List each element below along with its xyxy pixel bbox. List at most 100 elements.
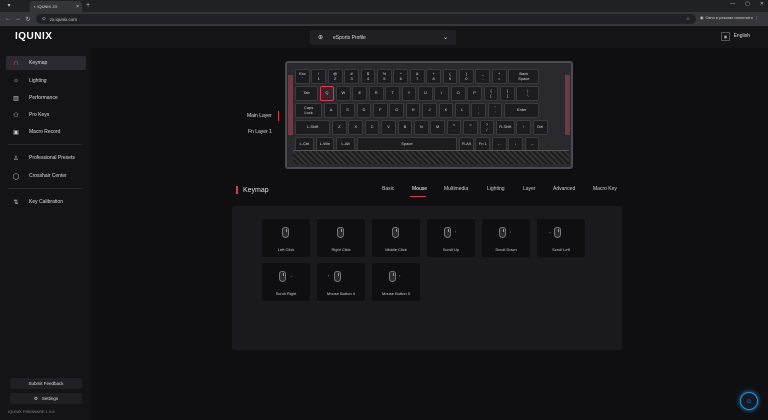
key-x[interactable]: X <box>348 120 364 135</box>
sidebar-item-keymap[interactable]: ⊓ Keymap <box>6 56 86 70</box>
mouse-key-left-click[interactable]: Left Click <box>262 219 310 257</box>
tab-lighting[interactable]: Lighting <box>487 186 505 192</box>
mouse-key-middle-click[interactable]: Middle Click <box>372 219 420 257</box>
mouse-key-mouse-button-4[interactable]: ‹ Mouse Button 4 <box>317 263 365 301</box>
key-caps-lock[interactable]: Caps Lock <box>295 103 323 118</box>
key-3[interactable]: # 3 <box>344 69 359 84</box>
close-tab-icon[interactable]: × <box>76 4 79 10</box>
key-back-space[interactable]: Back Space <box>508 69 540 84</box>
key-0[interactable]: ) 0 <box>459 69 474 84</box>
back-icon[interactable]: ← <box>3 16 13 22</box>
new-tab-icon[interactable]: + <box>86 2 90 9</box>
language-selector[interactable]: English <box>734 33 750 39</box>
layout-toggle-icon[interactable]: ▣ <box>721 32 730 41</box>
mouse-key-mouse-button-5[interactable]: › Mouse Button 5 <box>372 263 420 301</box>
site-info-icon[interactable]: ⊙ <box>42 16 46 22</box>
maximize-icon[interactable]: ▢ <box>745 1 750 7</box>
key-q[interactable]: Q <box>319 86 335 101</box>
key-p[interactable]: P <box>467 86 482 101</box>
key-[interactable]: } ] <box>500 86 515 101</box>
key-w[interactable]: W <box>336 86 351 101</box>
key-z[interactable]: Z <box>331 120 347 135</box>
incognito-indicator[interactable]: ◉ Окно в режиме инкогнито ⋮ <box>700 15 759 20</box>
key-d[interactable]: D <box>356 103 372 118</box>
browser-menu-icon[interactable]: ⋮ <box>755 15 759 20</box>
key-8[interactable]: * 8 <box>426 69 441 84</box>
key-[interactable]: { [ <box>483 86 499 101</box>
key-[interactable]: " ' <box>487 103 503 118</box>
key-[interactable]: ? / <box>479 120 495 135</box>
key-7[interactable]: & 7 <box>409 69 425 84</box>
sidebar-item-performance[interactable]: ▥ Performance <box>6 91 86 105</box>
sidebar-item-key-calibration[interactable]: ⇅ Key Calibration <box>6 195 86 209</box>
tab-macro-key[interactable]: Macro Key <box>593 186 617 192</box>
key-e[interactable]: E <box>352 86 368 101</box>
key-del[interactable]: Del <box>532 120 548 135</box>
key-[interactable]: | \ <box>516 86 540 101</box>
assistant-fab-icon[interactable]: ⌂ <box>740 392 758 410</box>
sidebar-item-lighting[interactable]: ☼ Lighting <box>6 74 86 88</box>
layer-fn-1[interactable]: Fn Layer 1 <box>248 129 272 135</box>
submit-feedback-button[interactable]: Submit Feedback <box>10 378 82 389</box>
minimize-icon[interactable]: — <box>730 1 735 7</box>
key-m[interactable]: M <box>430 120 446 135</box>
key-l[interactable]: L <box>454 103 470 118</box>
settings-button[interactable]: ⚙ Settings <box>10 393 82 404</box>
sidebar-item-crosshair-center[interactable]: ◯ Crosshair Center <box>6 169 86 183</box>
forward-icon[interactable]: → <box>13 16 23 22</box>
key-9[interactable]: ( 9 <box>442 69 458 84</box>
key-[interactable]: ↑ <box>516 120 532 135</box>
mouse-key-scroll-right[interactable]: → Scroll Right <box>262 263 310 301</box>
key-j[interactable]: J <box>422 103 437 118</box>
key-y[interactable]: Y <box>401 86 417 101</box>
key-esc[interactable]: Esc ` <box>295 69 310 84</box>
profile-selector[interactable]: ⊕ eSports Profile ⌄ <box>310 30 456 45</box>
mouse-key-scroll-down[interactable]: ↓ Scroll Down <box>482 219 530 257</box>
reload-icon[interactable]: ↻ <box>23 16 33 23</box>
bookmark-icon[interactable]: ☆ <box>686 16 690 22</box>
browser-tab[interactable]: ▪ IQUNIX ZX × <box>30 1 82 12</box>
key-u[interactable]: U <box>418 86 433 101</box>
key-5[interactable]: % 5 <box>377 69 392 84</box>
sidebar-item-macro-record[interactable]: ▣ Macro Record <box>6 125 86 139</box>
mouse-key-scroll-left[interactable]: ← Scroll Left <box>537 219 585 257</box>
key-b[interactable]: B <box>397 120 413 135</box>
key-f[interactable]: F <box>372 103 388 118</box>
key-2[interactable]: @ 2 <box>327 69 343 84</box>
key-r-shift[interactable]: R-Shift <box>495 120 515 135</box>
key-k[interactable]: K <box>438 103 454 118</box>
key-1[interactable]: ! 1 <box>311 69 327 84</box>
key-tab[interactable]: Tab <box>295 86 318 101</box>
mouse-key-right-click[interactable]: Right Click <box>317 219 365 257</box>
tab-layer[interactable]: Layer <box>523 186 536 192</box>
key-[interactable]: < , <box>446 120 462 135</box>
key-s[interactable]: S <box>340 103 355 118</box>
key-o[interactable]: O <box>450 86 466 101</box>
key-enter[interactable]: Enter <box>504 103 540 118</box>
key-t[interactable]: T <box>385 86 400 101</box>
key-[interactable]: : ; <box>471 103 487 118</box>
tab-mouse[interactable]: Mouse <box>412 186 427 192</box>
key-4[interactable]: $ 4 <box>360 69 376 84</box>
address-bar[interactable]: ⊙ zx.iqunix.com ☆ <box>36 14 696 24</box>
key-[interactable]: + = <box>491 69 507 84</box>
key-v[interactable]: V <box>381 120 396 135</box>
sidebar-item-pro-keys[interactable]: ⚇ Pro Keys <box>6 108 86 122</box>
key-n[interactable]: N <box>413 120 429 135</box>
tab-menu-icon[interactable]: ▾ <box>4 2 14 9</box>
key-r[interactable]: R <box>368 86 384 101</box>
key-6[interactable]: ^ 6 <box>393 69 409 84</box>
tab-multimedia[interactable]: Multimedia <box>444 186 468 192</box>
key-[interactable]: > . <box>463 120 478 135</box>
close-window-icon[interactable]: ✕ <box>760 1 764 7</box>
tab-basic[interactable]: Basic <box>382 186 394 192</box>
key-a[interactable]: A <box>323 103 339 118</box>
key-l-shift[interactable]: L-Shift <box>295 120 331 135</box>
key-c[interactable]: C <box>364 120 380 135</box>
key-[interactable]: _ - <box>475 69 491 84</box>
tab-advanced[interactable]: Advanced <box>553 186 575 192</box>
key-i[interactable]: I <box>434 86 450 101</box>
key-g[interactable]: G <box>389 103 405 118</box>
layer-main[interactable]: Main Layer <box>247 113 272 119</box>
key-h[interactable]: H <box>405 103 421 118</box>
